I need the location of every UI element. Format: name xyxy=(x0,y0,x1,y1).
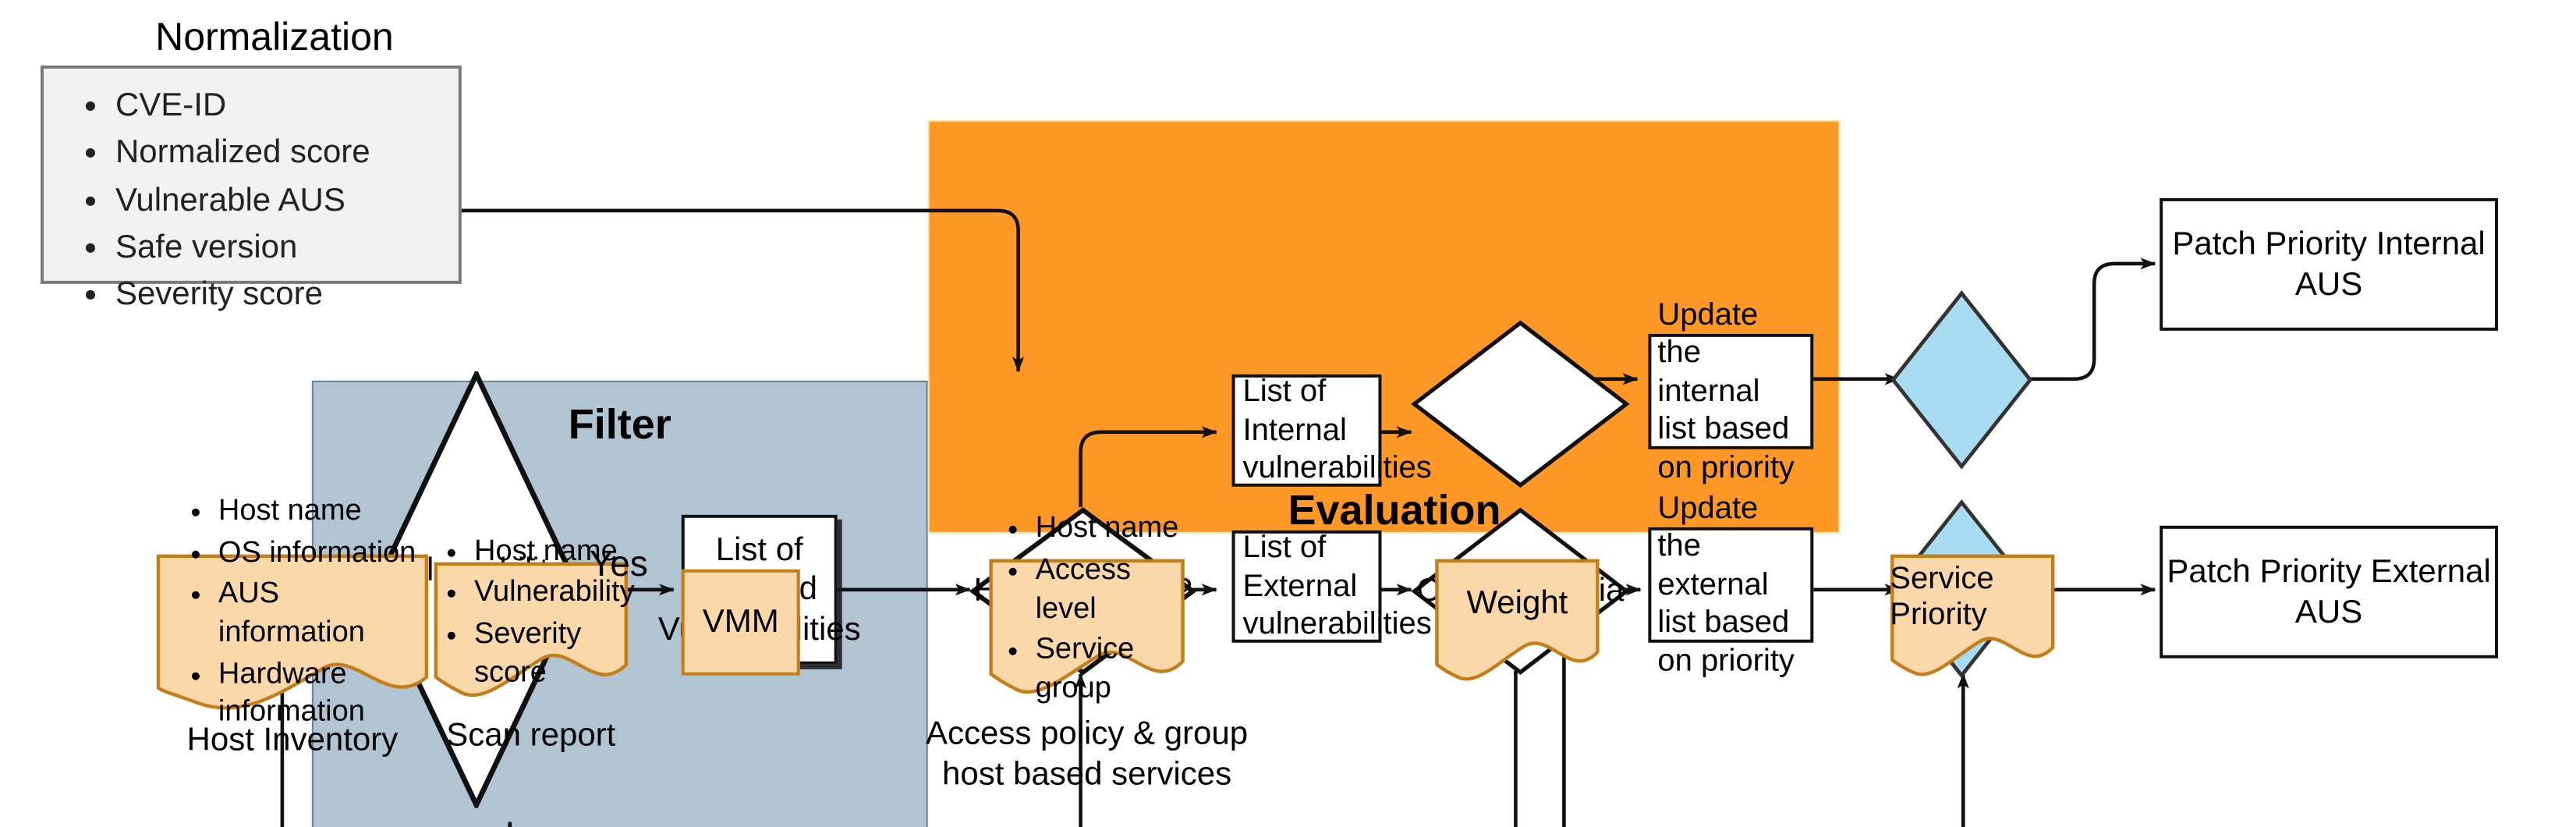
host-inventory-item: AUS information xyxy=(218,576,429,653)
normalization-title: Normalization xyxy=(155,15,394,59)
doc-service-priority-body: Service Priority xyxy=(1890,554,2055,641)
doc-scan-report-label: Scan report xyxy=(446,717,616,754)
doc-host-inventory-label: Host Inventory xyxy=(186,722,399,758)
doc-access-policy[interactable]: Host name Access level Service group Acc… xyxy=(926,512,1248,793)
edge-label-yes: Yes xyxy=(589,542,648,584)
normalization-item: Safe version xyxy=(115,226,459,269)
access-policy-item: Service group xyxy=(1036,632,1185,709)
flowchart-canvas: Filter Patching Prioritization Organizat… xyxy=(0,0,2576,827)
box-patch-priority-external[interactable]: Patch Priority External AUS xyxy=(2160,525,2499,658)
doc-host-inventory[interactable]: Host name OS information AUS information… xyxy=(156,495,429,758)
doc-service-priority[interactable]: Service Priority xyxy=(1890,554,2055,679)
normalization-item: Vulnerable AUS xyxy=(115,179,459,222)
doc-weight[interactable]: Weight xyxy=(1434,559,1600,683)
box-patch-priority-internal[interactable]: Patch Priority Internal AUS xyxy=(2160,197,2499,331)
decision-sort-upper-label xyxy=(1890,290,2033,470)
doc-weight-body: Weight xyxy=(1434,559,1600,649)
normalization-card: CVE-ID Normalized score Vulnerable AUS S… xyxy=(40,65,462,312)
box-list-external-vulnerabilities[interactable]: List of External vulnerabilities xyxy=(1231,530,1432,643)
box-vmm-label: VMM xyxy=(702,603,779,640)
access-policy-item: Access level xyxy=(1036,552,1185,630)
doc-weight-label: Weight xyxy=(1466,584,1568,621)
normalization-item: Severity score xyxy=(115,273,459,316)
box-update-internal-list[interactable]: Update the internal list based on priori… xyxy=(1648,298,1814,484)
host-inventory-item: Host name xyxy=(218,493,429,531)
normalization-list: CVE-ID Normalized score Vulnerable AUS S… xyxy=(44,69,459,316)
host-inventory-item: OS information xyxy=(218,534,429,573)
scan-report-item: Severity score xyxy=(474,616,635,694)
decision-sort-upper[interactable] xyxy=(1890,290,2033,470)
doc-service-priority-label: Service Priority xyxy=(1890,561,1994,632)
decision-criteria-upper-label xyxy=(1411,320,1629,488)
doc-host-inventory-body: Host name OS information AUS information… xyxy=(156,495,429,729)
normalization-item: CVE-ID xyxy=(115,84,459,127)
box-list-internal-vulnerabilities[interactable]: List of Internal vulnerabilities xyxy=(1231,374,1432,487)
normalization-item: Normalized score xyxy=(115,132,459,175)
access-policy-item: Host name xyxy=(1036,510,1185,548)
box-update-external-list[interactable]: Update the external list based on priori… xyxy=(1648,492,1814,678)
decision-criteria-upper[interactable] xyxy=(1411,320,1630,488)
access-policy-list: Host name Access level Service group xyxy=(989,510,1185,712)
doc-access-policy-body: Host name Access level Service group xyxy=(989,512,1185,705)
host-inventory-list: Host name OS information AUS information… xyxy=(156,493,429,736)
doc-access-policy-label: Access policy & group host based service… xyxy=(926,715,1249,793)
box-vmm[interactable]: VMM xyxy=(681,569,800,676)
